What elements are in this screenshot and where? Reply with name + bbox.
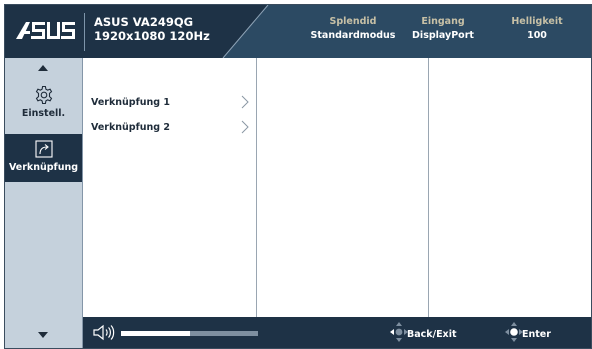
volume-level-fill xyxy=(121,331,190,336)
joystick-left-icon xyxy=(390,322,408,342)
menu-item-label: Verknüpfung 2 xyxy=(91,122,170,133)
footer-bar: Back/Exit Enter xyxy=(83,317,591,348)
menu-item-shortcut-2[interactable]: Verknüpfung 2 xyxy=(91,118,251,138)
shortcut-icon xyxy=(34,140,53,158)
status-value: 100 xyxy=(527,30,547,41)
monitor-resolution: 1920x1080 120Hz xyxy=(94,29,210,43)
menu-item-shortcut-1[interactable]: Verknüpfung 1 xyxy=(91,93,251,113)
arrow-down-icon[interactable] xyxy=(38,332,48,338)
speaker-icon xyxy=(93,324,115,341)
sidebar-item-settings[interactable]: Einstell. xyxy=(5,85,82,133)
menu-column-1: Verknüpfung 1 Verknüpfung 2 xyxy=(83,58,257,317)
menu-column-3 xyxy=(429,58,591,317)
status-brightness: Helligkeit 100 xyxy=(477,15,591,43)
monitor-model: ASUS VA249QG xyxy=(94,15,194,29)
header-bar: ASUS VA249QG 1920x1080 120Hz Splendid St… xyxy=(5,5,591,58)
gear-icon xyxy=(35,85,52,105)
menu-item-label: Verknüpfung 1 xyxy=(91,97,170,108)
header-separator xyxy=(84,13,85,51)
osd-window: ASUS VA249QG 1920x1080 120Hz Splendid St… xyxy=(4,4,592,349)
asus-logo xyxy=(16,22,75,39)
status-label: Helligkeit xyxy=(511,16,563,27)
arrow-up-icon[interactable] xyxy=(38,65,48,71)
joystick-press-icon xyxy=(505,322,523,342)
chevron-right-icon xyxy=(241,120,249,134)
sidebar: Einstell. Verknüpfung xyxy=(5,58,83,348)
sidebar-item-shortcut[interactable]: Verknüpfung xyxy=(5,134,82,182)
hint-label: Enter xyxy=(522,329,551,340)
hint-label: Back/Exit xyxy=(407,329,457,340)
chevron-right-icon xyxy=(241,95,249,109)
sidebar-item-label: Verknüpfung xyxy=(8,162,79,173)
menu-column-2 xyxy=(257,58,429,317)
sidebar-item-label: Einstell. xyxy=(21,108,66,119)
volume-slider[interactable] xyxy=(121,331,258,336)
